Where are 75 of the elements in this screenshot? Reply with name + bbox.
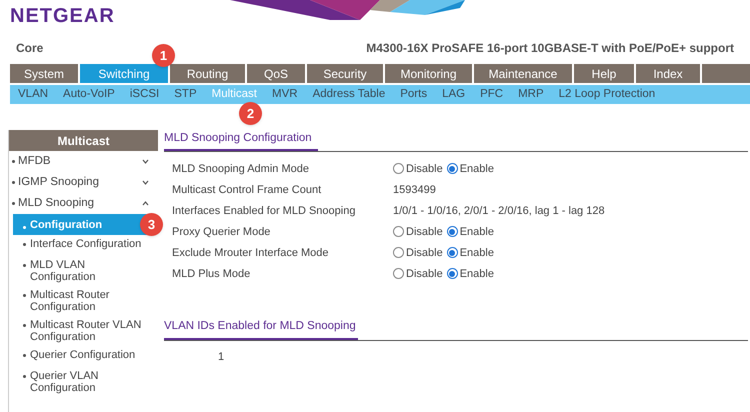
chevron-up-icon: [142, 201, 149, 206]
section-title: VLAN IDs Enabled for MLD Snooping: [164, 318, 358, 340]
sub-tab[interactable]: VLAN: [18, 86, 48, 104]
bullet-icon: [23, 354, 26, 357]
radio-option[interactable]: Enable: [446, 244, 494, 261]
step-badge: 3: [140, 213, 163, 236]
bullet-icon: [12, 202, 15, 205]
nav-tab[interactable]: QoS: [247, 64, 305, 83]
field-label: MLD Snooping Admin Mode: [172, 162, 310, 176]
sidebar-subitem[interactable]: Querier VLAN Configuration: [13, 367, 151, 397]
bullet-icon: [12, 160, 15, 163]
vlan-id: 1: [217, 350, 226, 364]
sub-tab[interactable]: Ports: [400, 86, 428, 104]
sidebar-subitem[interactable]: Interface Configuration: [13, 235, 151, 256]
field-value: 1/0/1 - 1/0/16, 2/0/1 - 2/0/16, lag 1 - lag 128: [393, 204, 605, 218]
nav-tab[interactable]: Monitoring: [385, 64, 472, 83]
chevron-down-icon: [142, 180, 149, 185]
radio-option[interactable]: Enable: [446, 160, 494, 177]
radio-option[interactable]: Disable: [393, 224, 443, 240]
nav-tab[interactable]: Maintenance: [474, 64, 572, 83]
sub-tab[interactable]: LAG: [442, 86, 466, 104]
field-label: Exclude Mrouter Interface Mode: [172, 246, 330, 260]
bullet-icon: [23, 294, 26, 297]
nav-tab[interactable]: System: [10, 64, 78, 83]
sidebar-item[interactable]: IGMP Snooping: [9, 172, 155, 193]
sidebar-subitem[interactable]: Multicast Router Configuration: [13, 286, 151, 316]
nav-tab[interactable]: Switching: [80, 64, 168, 83]
field-label: MLD Plus Mode: [172, 266, 252, 282]
bullet-icon: [23, 264, 26, 267]
radio-option[interactable]: Disable: [393, 244, 443, 261]
sub-tab[interactable]: MVR: [272, 86, 298, 104]
context-label: Core: [16, 40, 44, 57]
radio-button[interactable]: [393, 247, 404, 258]
sub-tab[interactable]: Auto-VoIP: [63, 86, 115, 104]
nav-tab[interactable]: Index: [636, 64, 700, 83]
radio-option[interactable]: Enable: [446, 224, 494, 240]
radio-option[interactable]: Enable: [446, 266, 494, 282]
bullet-icon: [12, 181, 15, 184]
sidebar-subitem[interactable]: Querier Configuration: [13, 346, 151, 367]
field-label: Proxy Querier Mode: [172, 224, 272, 240]
radio-button[interactable]: [446, 163, 458, 174]
sidebar-subitem[interactable]: Multicast Router VLAN Configuration: [13, 316, 151, 346]
sub-tab[interactable]: L2 Loop Protection: [558, 86, 656, 104]
sub-tab[interactable]: MRP: [518, 86, 544, 104]
netgear-logo: NETGEAR: [10, 4, 115, 28]
radio-option[interactable]: Disable: [393, 160, 443, 177]
sub-tab[interactable]: PFC: [480, 86, 504, 104]
field-value: 1593499: [393, 182, 436, 198]
device-title: M4300-16X ProSAFE 16-port 10GBASE-T with PoE/PoE+ support: [366, 40, 734, 57]
field-label: Interfaces Enabled for MLD Snooping: [172, 204, 356, 218]
bullet-icon: [23, 226, 26, 228]
bullet-icon: [23, 324, 26, 327]
field-label: Multicast Control Frame Count: [172, 182, 322, 198]
radio-button[interactable]: [393, 163, 404, 174]
nav-tab[interactable]: Security: [307, 64, 383, 83]
chevron-down-icon: [142, 159, 149, 164]
step-badge: 1: [152, 44, 175, 67]
sub-tab[interactable]: iSCSI: [130, 86, 160, 104]
sub-tab[interactable]: Address Table: [312, 86, 386, 104]
sub-tab[interactable]: STP: [174, 86, 197, 104]
radio-button[interactable]: [393, 226, 404, 238]
radio-button[interactable]: [446, 247, 458, 258]
radio-button[interactable]: [393, 268, 404, 280]
sidebar-subitem[interactable]: MLD VLAN Configuration: [13, 256, 151, 286]
step-badge: 2: [239, 102, 262, 125]
sidebar-header: Multicast: [9, 130, 158, 151]
sidebar-item[interactable]: MFDB: [9, 151, 155, 172]
section-title: MLD Snooping Configuration: [164, 130, 318, 152]
nav-tab[interactable]: Help: [574, 64, 634, 83]
bullet-icon: [23, 243, 26, 246]
radio-button[interactable]: [446, 268, 458, 280]
nav-tab[interactable]: Routing: [170, 64, 245, 83]
bullet-icon: [23, 375, 26, 378]
radio-button[interactable]: [446, 226, 458, 238]
radio-option[interactable]: Disable: [393, 266, 443, 282]
